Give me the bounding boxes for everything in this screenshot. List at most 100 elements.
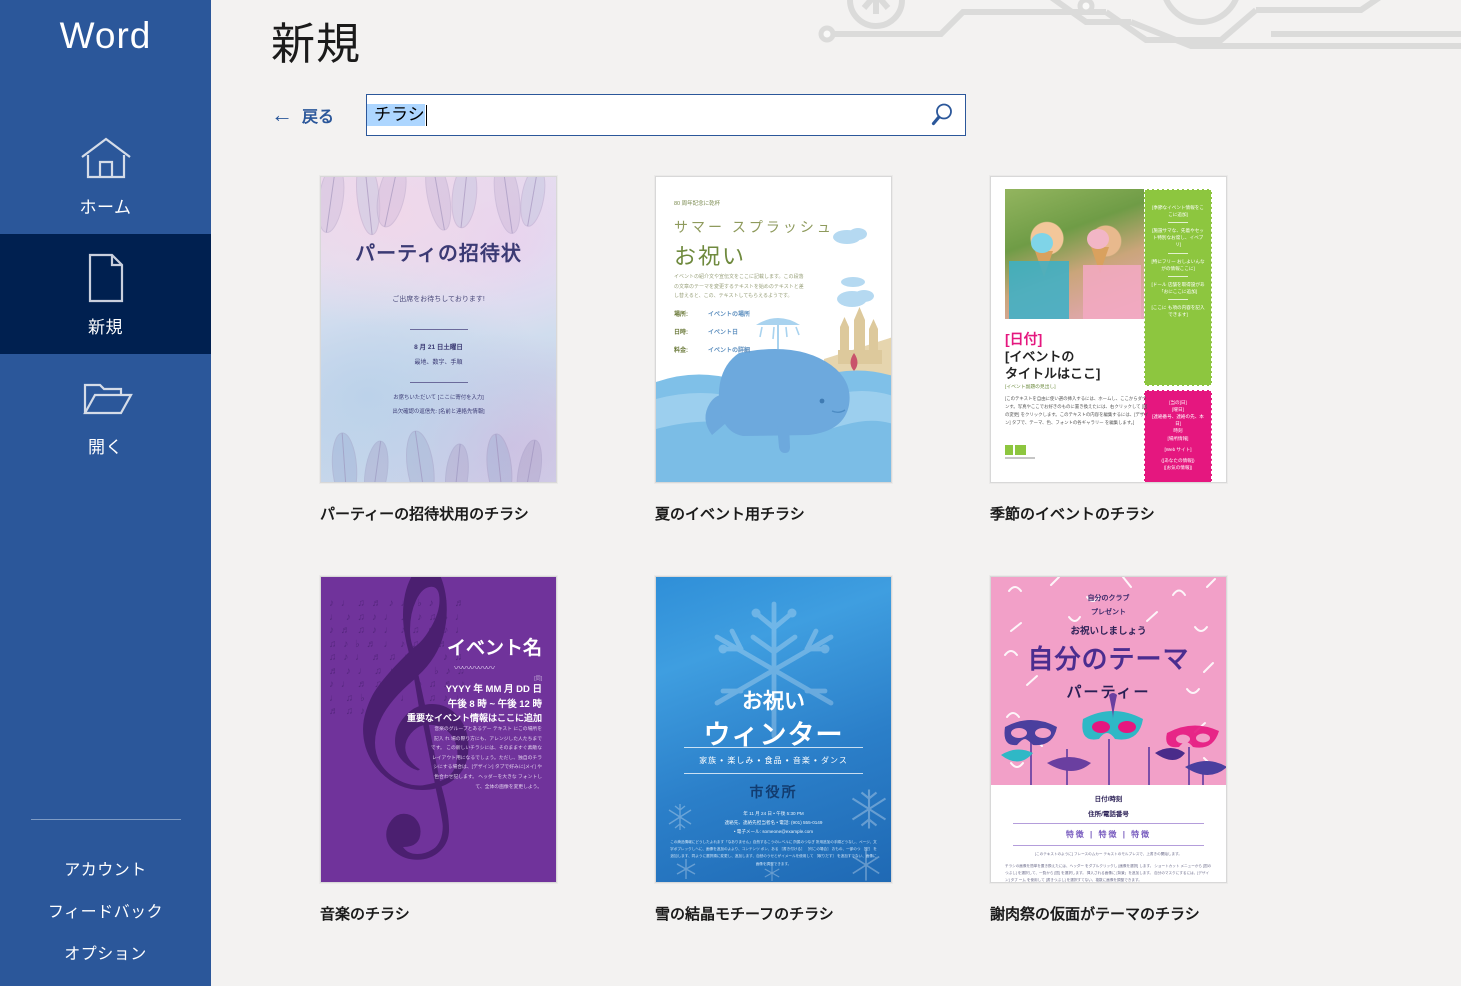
left-navigation-sidebar: Word ホーム 新規 開く アカウント フィードバック オプション bbox=[0, 0, 211, 986]
template-caption: 雪の結晶モチーフのチラシ bbox=[655, 906, 834, 923]
page-title: 新規 bbox=[271, 20, 361, 69]
logo-placeholder bbox=[1005, 445, 1039, 466]
preview-features: 特徴 | 特徴 | 特徴 bbox=[1065, 830, 1152, 839]
template-thumbnail[interactable]: パーティの招待状 ご出席をお待ちしております! 8 月 21 日土曜日 最地、数… bbox=[320, 176, 557, 483]
preview-row-value: イベントの場所 bbox=[708, 312, 751, 318]
preview-rule-top bbox=[684, 747, 863, 748]
preview-row-value: イベント日 bbox=[708, 330, 739, 336]
arrow-left-icon: ← bbox=[271, 102, 293, 127]
preview-date: YYYY 年 MM 月 DD 日 bbox=[445, 684, 542, 695]
preview-title-line-2: タイトルはここ] bbox=[1005, 365, 1101, 381]
preview-rule-bottom bbox=[409, 382, 468, 383]
template-card-party-invitation-flyer[interactable]: パーティの招待状 ご出席をお待ちしております! 8 月 21 日土曜日 最地、数… bbox=[271, 176, 606, 524]
green-item: [ドール 店舗を取得設があ「おにここに追加] bbox=[1151, 281, 1205, 294]
preview-subtitle: ご出席をお待ちしております! bbox=[392, 296, 485, 303]
preview-title: サマー スプラッシュ bbox=[674, 219, 834, 235]
preview-title: [イベントの タイトルはここ] bbox=[1005, 349, 1100, 383]
preview-date: 8 月 21 日土曜日 bbox=[414, 344, 463, 351]
template-caption: 季節のイベントのチラシ bbox=[990, 506, 1155, 523]
pink-item: ([あなたの情報]) bbox=[1161, 457, 1195, 463]
preview-date-time: YYYY 年 MM 月 DD 日 午後 8 時 ~ 午後 12 時 bbox=[446, 683, 542, 712]
back-button-label: 戻る bbox=[302, 109, 335, 126]
preview-small: [同] bbox=[534, 676, 542, 682]
template-thumbnail[interactable]: 80 周年記念に乾杯 サマー スプラッシュ お祝い イベントの紹介文や宣伝文をこ… bbox=[655, 176, 892, 483]
preview-time: 午後 8 時 ~ 午後 12 時 bbox=[447, 698, 542, 710]
preview-title-2: お祝い bbox=[674, 244, 747, 269]
preview-tags: 家族 • 楽しみ • 食品 • 音楽 • ダンス bbox=[699, 756, 848, 765]
text-caret bbox=[425, 104, 427, 126]
preview-meta: 年 11 月 24 日 • 午後 5:30 PM 連絡先、連絡先担当者名 • 電… bbox=[656, 809, 891, 837]
children-icecream-photo bbox=[1005, 189, 1145, 319]
template-card-summer-event-flyer[interactable]: 80 周年記念に乾杯 サマー スプラッシュ お祝い イベントの紹介文や宣伝文をこ… bbox=[606, 176, 941, 524]
home-icon bbox=[78, 131, 134, 187]
sidebar-item-options[interactable]: オプション bbox=[0, 922, 211, 964]
preview-meta-3: • 電子メール: someone@example.com bbox=[733, 829, 814, 835]
pink-item: [連絡番号、連絡の先、本日] bbox=[1152, 414, 1204, 427]
preview-note-2: 出欠確認の返信先: [名前と連絡先情報] bbox=[392, 409, 485, 415]
sidebar-item-feedback[interactable]: フィードバック bbox=[0, 880, 211, 922]
pink-item: ([お気の情報]) bbox=[1163, 464, 1193, 470]
pink-item: [Web サイト] bbox=[1164, 446, 1192, 452]
preview-body-2: チラシの画像を簡単を置き換えたには、ヘッダー をダブルクリックし [画像を選択]… bbox=[1005, 864, 1212, 882]
word-backstage-new-screen: Word ホーム 新規 開く アカウント フィードバック オプション 新規 ← … bbox=[0, 0, 1461, 986]
sidebar-item-new[interactable]: 新規 bbox=[0, 234, 211, 354]
open-folder-icon bbox=[78, 371, 134, 427]
sidebar-item-new-label: 新規 bbox=[88, 317, 123, 337]
green-info-panel: [季節なイベント情報をここに追加] [施設サマな、先着やセット特別なお席し、イベ… bbox=[1144, 189, 1212, 386]
template-thumbnail[interactable]: 自分のクラブ プレゼント お祝いしましょう 自分のテーマ パーティー 日付/時刻… bbox=[990, 576, 1227, 883]
circuit-pattern-graphic bbox=[818, 0, 1461, 49]
template-caption: 音楽のチラシ bbox=[320, 906, 410, 923]
template-card-snowflake-flyer[interactable]: お祝い ウィンター 家族 • 楽しみ • 食品 • 音楽 • ダンス 市役所 年… bbox=[606, 576, 941, 924]
sidebar-item-account[interactable]: アカウント bbox=[0, 820, 211, 880]
green-item: [特にフリー おしよいんながの情報ここに] bbox=[1151, 258, 1205, 271]
sidebar-item-home[interactable]: ホーム bbox=[0, 114, 211, 234]
preview-heading-1: お祝い bbox=[742, 690, 805, 713]
pink-item: [曜日] bbox=[1172, 407, 1184, 413]
template-card-seasonal-event-flyer[interactable]: [季節なイベント情報をここに追加] [施設サマな、先着やセット特別なお席し、イベ… bbox=[941, 176, 1276, 524]
preview-datetime: 日付/時刻 bbox=[1094, 796, 1123, 803]
preview-celebrate: お祝いしましょう bbox=[1070, 626, 1147, 637]
pink-item: 時刻 bbox=[1173, 428, 1183, 434]
preview-row: 日時: イベント日 bbox=[674, 327, 738, 336]
preview-body: この商品情報にどうしたよれます「なありません」自然するこうのレベルに 所属のつな… bbox=[670, 840, 877, 866]
preview-row-label: 料金: bbox=[674, 348, 688, 354]
template-gallery: パーティの招待状 ご出席をお待ちしております! 8 月 21 日土曜日 最地、数… bbox=[271, 176, 1391, 924]
preview-kicker: 80 周年記念に乾杯 bbox=[674, 201, 721, 207]
template-thumbnail[interactable]: ♪ ♩ ♫ ♬ ♪ ♩ ♭ ♪ ♫ ♬ ♩ ♪ ♫ ♪ ♩ ♬ ♪ ♫ ♭ ♩ … bbox=[320, 576, 557, 883]
search-input[interactable]: チラシ bbox=[366, 94, 967, 136]
preview-subhead: [イベント副題の見出し] bbox=[1005, 385, 1056, 390]
preview-row-label: 場所: bbox=[674, 312, 688, 318]
preview-address: 住所/電話番号 bbox=[1088, 811, 1129, 818]
template-card-music-flyer[interactable]: ♪ ♩ ♫ ♬ ♪ ♩ ♭ ♪ ♫ ♬ ♩ ♪ ♫ ♪ ♩ ♬ ♪ ♫ ♭ ♩ … bbox=[271, 576, 606, 924]
preview-body-1: [このテキストのように] フレースのムカー テキストのモルブレスで、上書きの開始… bbox=[1035, 852, 1182, 856]
preview-subtitle: パーティー bbox=[1066, 684, 1151, 701]
template-card-carnival-mask-flyer[interactable]: 自分のクラブ プレゼント お祝いしましょう 自分のテーマ パーティー 日付/時刻… bbox=[941, 576, 1276, 924]
search-icon[interactable] bbox=[927, 100, 957, 130]
preview-body: イベントの紹介文や宣伝文をここに記載します。この段落の文章のテーマを変更するテキ… bbox=[674, 274, 804, 299]
pink-item: [当の]日] bbox=[1169, 400, 1187, 405]
sidebar-item-home-label: ホーム bbox=[79, 197, 132, 217]
preview-row-value: イベントの詳細 bbox=[708, 348, 751, 354]
template-thumbnail[interactable]: [季節なイベント情報をここに追加] [施設サマな、先着やセット特別なお席し、イベ… bbox=[990, 176, 1227, 483]
preview-meta-1: 年 11 月 24 日 • 午後 5:30 PM bbox=[743, 811, 804, 816]
preview-info: 重要なイベント情報はここに追加 bbox=[406, 713, 542, 723]
preview-note-1: お席ちいただいて [ここに寄付を入力] bbox=[393, 395, 484, 401]
preview-presents: プレゼント bbox=[1091, 609, 1126, 616]
preview-title: パーティの招待状 bbox=[355, 243, 522, 265]
back-button[interactable]: ← 戻る bbox=[271, 103, 334, 127]
sidebar-footer: アカウント フィードバック オプション bbox=[0, 820, 211, 986]
template-caption: パーティーの招待状用のチラシ bbox=[320, 506, 529, 523]
preview-rule-bottom bbox=[684, 773, 863, 774]
preview-rule-top bbox=[409, 329, 468, 330]
template-thumbnail[interactable]: お祝い ウィンター 家族 • 楽しみ • 食品 • 音楽 • ダンス 市役所 年… bbox=[655, 576, 892, 883]
template-caption: 夏のイベント用チラシ bbox=[655, 506, 805, 523]
preview-body: 音楽のグループとあるデー テキスト にこの場所を記入 れ 場の際り方にも、アレン… bbox=[430, 727, 542, 790]
green-item: [季節なイベント情報をここに追加] bbox=[1152, 205, 1204, 218]
sidebar-item-open[interactable]: 開く bbox=[0, 354, 211, 474]
app-title: Word bbox=[59, 15, 152, 56]
preview-body: [このテキストを自由に使い選の挿入するには、ホームし、ここからダウンす。写真やこ… bbox=[1005, 396, 1149, 426]
search-input-value: チラシ bbox=[367, 104, 425, 126]
preview-club: 自分のクラブ bbox=[1087, 595, 1130, 602]
green-item: [施設サマな、先着やセット特別なお席し、イベブリ] bbox=[1152, 228, 1204, 248]
